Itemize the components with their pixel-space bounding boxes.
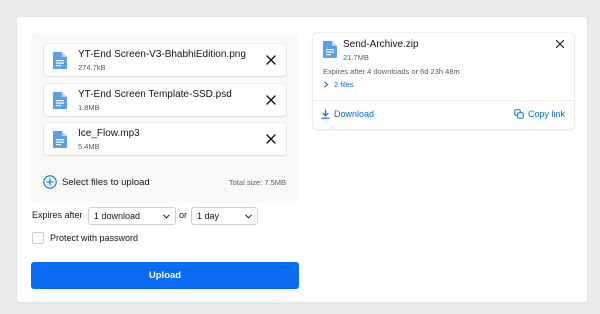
- downloads-select-value: 1 download: [94, 211, 141, 221]
- expires-label: Expires after: [32, 210, 83, 220]
- chevron-down-icon: [163, 214, 170, 219]
- file-item: Ice_Flow.mp3 5.4MB: [44, 123, 286, 155]
- total-size: Total size: 7.5MB: [228, 178, 286, 187]
- archive-expiry: Expires after 4 downloads or 6d 23h 48m: [323, 67, 460, 76]
- download-icon: [321, 109, 330, 119]
- downloads-select[interactable]: 1 download: [88, 207, 176, 225]
- file-name: YT-End Screen-V3-BhabhiEdition.png: [78, 49, 246, 60]
- plus-circle-icon: [43, 175, 57, 189]
- file-size: 1.8MB: [78, 103, 100, 112]
- document-icon: [53, 52, 67, 69]
- archive-size: 21.7MB: [343, 53, 369, 62]
- close-icon[interactable]: [265, 54, 277, 66]
- time-select[interactable]: 1 day: [191, 207, 258, 225]
- password-checkbox[interactable]: [32, 232, 44, 244]
- copy-link-icon: [514, 109, 524, 119]
- password-label: Protect with password: [50, 233, 139, 243]
- document-icon: [53, 131, 67, 148]
- divider: [313, 100, 574, 101]
- or-label: or: [179, 210, 188, 220]
- select-files-label: Select files to upload: [62, 176, 150, 188]
- close-icon[interactable]: [554, 38, 566, 50]
- document-icon: [53, 92, 67, 109]
- time-select-value: 1 day: [197, 211, 220, 221]
- file-item: YT-End Screen Template-SSD.psd 1.8MB: [44, 84, 286, 116]
- file-size: 5.4MB: [78, 142, 100, 151]
- file-name: Ice_Flow.mp3: [78, 128, 140, 139]
- file-name: YT-End Screen Template-SSD.psd: [78, 89, 232, 100]
- archive-name: Send-Archive.zip: [343, 39, 419, 50]
- close-icon[interactable]: [265, 94, 277, 106]
- select-files-button[interactable]: Select files to upload: [43, 175, 150, 189]
- copy-link-button[interactable]: Copy link: [514, 109, 565, 119]
- close-icon[interactable]: [265, 133, 277, 145]
- download-label: Download: [334, 109, 375, 119]
- archive-card: Send-Archive.zip 21.7MB Expires after 4 …: [313, 33, 574, 129]
- file-item: YT-End Screen-V3-BhabhiEdition.png 274.7…: [44, 44, 286, 76]
- download-button[interactable]: Download: [321, 109, 374, 119]
- copy-link-label: Copy link: [527, 109, 565, 119]
- document-icon: [323, 41, 337, 58]
- upload-button[interactable]: Upload: [31, 262, 299, 289]
- archive-files-toggle[interactable]: 2 files: [323, 80, 354, 89]
- chevron-down-icon: [245, 214, 252, 219]
- archive-files-label: 2 files: [334, 80, 354, 89]
- file-size: 274.7kB: [78, 63, 106, 72]
- chevron-right-icon: [324, 81, 329, 88]
